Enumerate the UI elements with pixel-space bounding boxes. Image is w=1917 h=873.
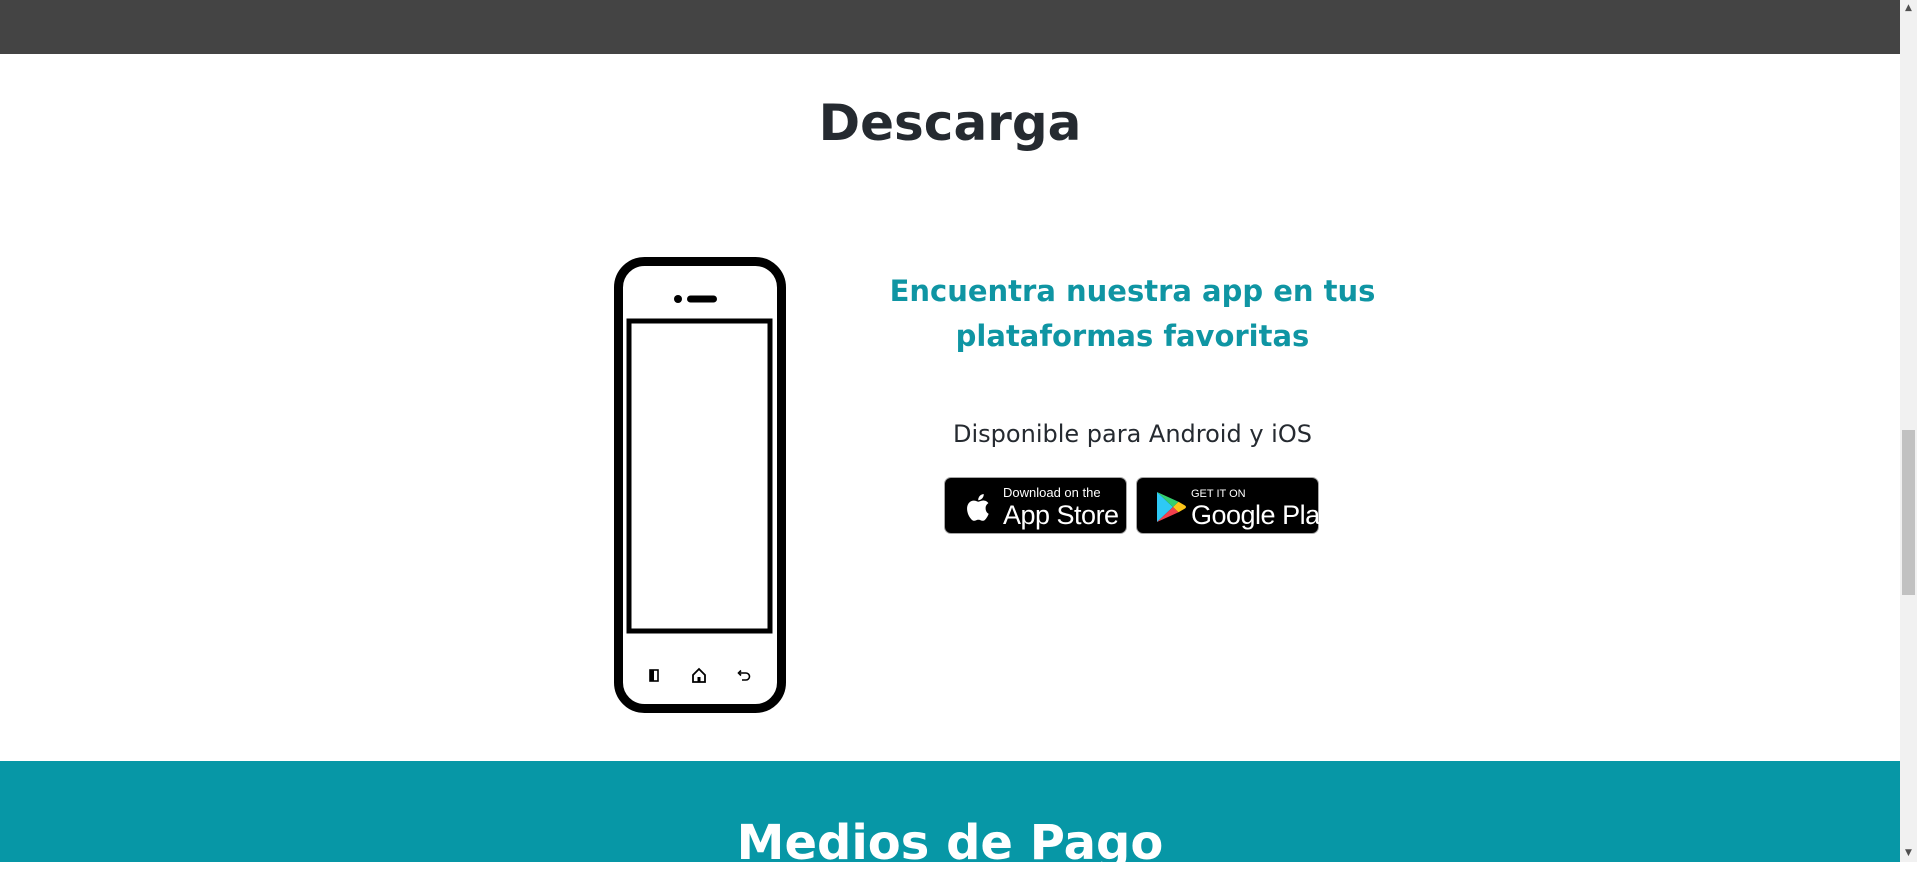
top-navbar (0, 0, 1900, 54)
scrollbar-thumb[interactable] (1902, 430, 1915, 595)
page-title: Descarga (818, 94, 1082, 152)
availability-text: Disponible para Android y iOS (953, 420, 1312, 448)
google-play-icon (1157, 492, 1186, 522)
app-store-big-text: App Store (1003, 500, 1119, 530)
vertical-scrollbar[interactable]: ▲ ▼ (1900, 0, 1917, 862)
google-play-big-text: Google Play (1191, 500, 1333, 530)
scroll-down-icon[interactable]: ▼ (1900, 845, 1917, 862)
scroll-up-icon[interactable]: ▲ (1900, 0, 1917, 17)
apple-icon (967, 494, 989, 521)
download-headline: Encuentra nuestra app en tus plataformas… (889, 274, 1376, 353)
google-play-button[interactable]: GET IT ON Google Play (1136, 477, 1333, 534)
payment-section-title: Medios de Pago (736, 815, 1164, 871)
app-store-button[interactable]: Download on the App Store (944, 477, 1127, 534)
app-store-small-text: Download on the (1003, 485, 1101, 500)
phone-illustration (614, 257, 786, 713)
